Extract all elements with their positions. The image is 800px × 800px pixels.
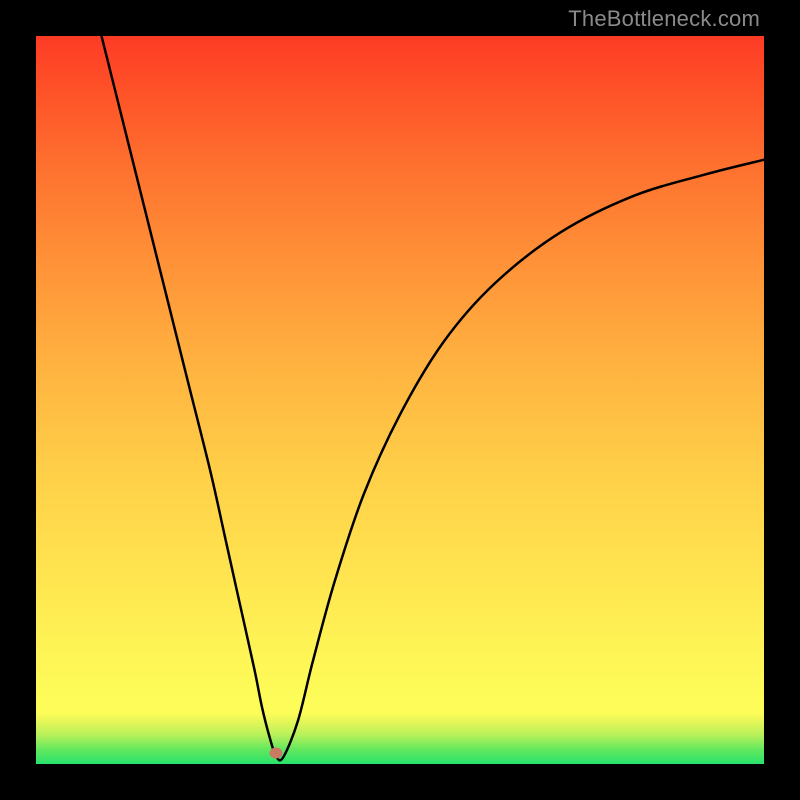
plot-area: [36, 36, 764, 764]
curve-path: [102, 36, 764, 760]
minimum-marker: [270, 748, 283, 759]
chart-container: TheBottleneck.com: [0, 0, 800, 800]
watermark-text: TheBottleneck.com: [568, 6, 760, 32]
curve-svg: [36, 36, 764, 764]
